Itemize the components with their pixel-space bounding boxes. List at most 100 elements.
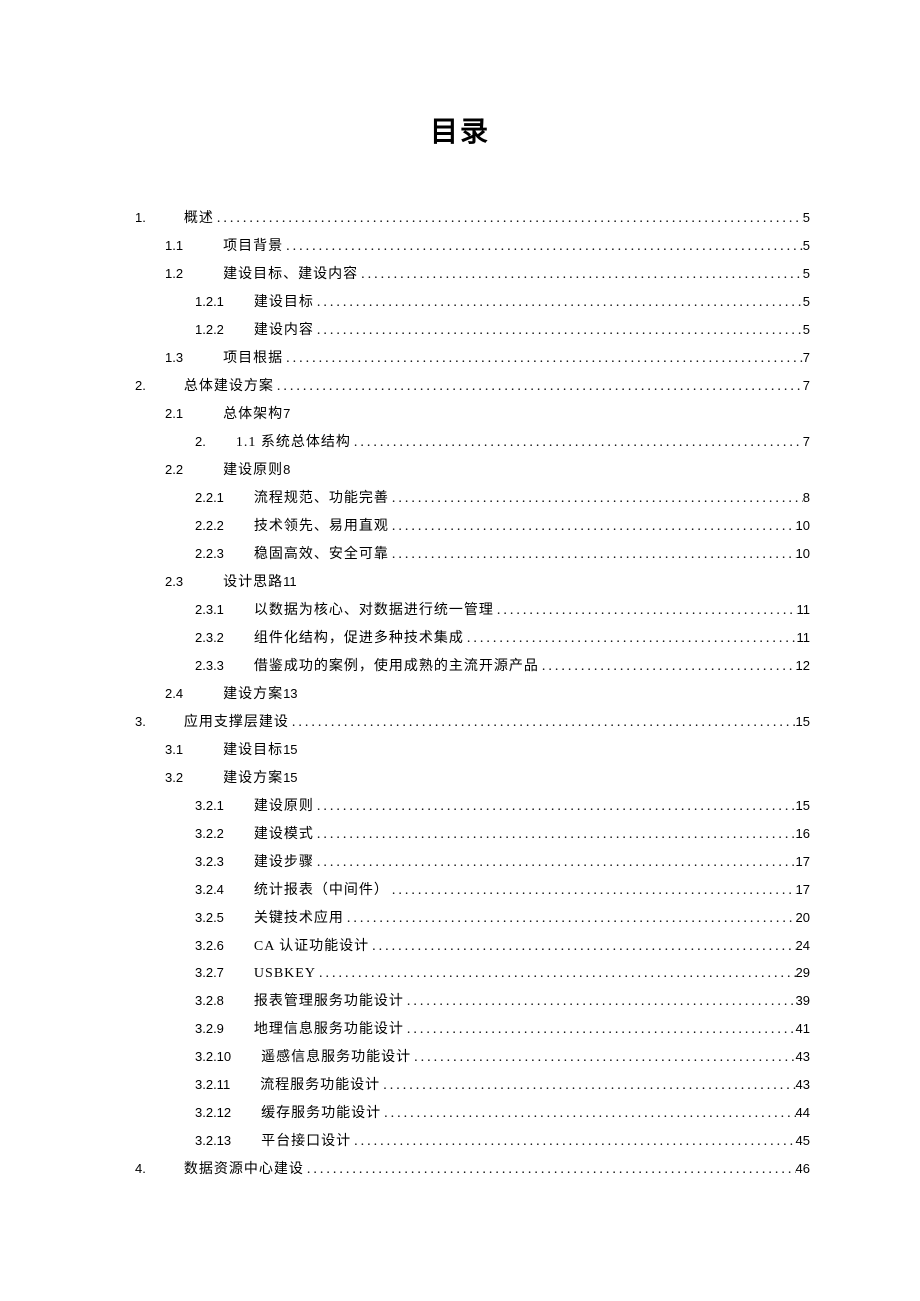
toc-entry: 1.1项目背景5 xyxy=(110,233,810,261)
toc-entry-page: 15 xyxy=(796,709,810,735)
toc-entry: 2.3.1以数据为核心、对数据进行统一管理11 xyxy=(110,597,810,625)
toc-entry-number: 1.3 xyxy=(165,345,183,371)
toc-entry-number: 3.2.13 xyxy=(195,1128,231,1154)
toc-entry-page: 45 xyxy=(796,1128,810,1154)
toc-entry-number: 3.2.11 xyxy=(195,1072,230,1098)
toc-entry-text: 以数据为核心、对数据进行统一管理 xyxy=(254,597,494,625)
toc-entry-text: 建设原则 xyxy=(254,793,314,821)
toc-dots xyxy=(314,317,803,345)
toc-dots xyxy=(369,933,795,961)
toc-entry-number: 3.2.10 xyxy=(195,1044,231,1070)
toc-entry-text: 借鉴成功的案例，使用成熟的主流开源产品 xyxy=(254,653,539,681)
toc-entry: 1.2.2建设内容5 xyxy=(110,317,810,345)
toc-entry: 2.3.3借鉴成功的案例，使用成熟的主流开源产品12 xyxy=(110,653,810,681)
toc-entry-number: 2. xyxy=(195,429,206,455)
toc-entry-number: 3.2 xyxy=(165,765,183,791)
toc-entry-page: 46 xyxy=(796,1156,810,1182)
toc-entry-text: 报表管理服务功能设计 xyxy=(254,988,404,1016)
toc-entry-page: 43 xyxy=(796,1072,810,1098)
table-of-contents: 1.概述51.1项目背景51.2建设目标、建设内容51.2.1建设目标51.2.… xyxy=(110,205,810,1184)
toc-entry-number: 2.3 xyxy=(165,569,183,595)
toc-entry-number: 3.2.12 xyxy=(195,1100,231,1126)
toc-entry-page: 11 xyxy=(797,597,811,623)
toc-entry-page: 29 xyxy=(796,961,810,986)
toc-entry-text: 技术领先、易用直观 xyxy=(254,513,389,541)
toc-dots xyxy=(314,849,796,877)
toc-entry: 3.2.13 平台接口设计 45 xyxy=(110,1128,810,1156)
toc-entry-number: 2.2 xyxy=(165,457,183,483)
toc-entry-text: 概述 xyxy=(184,205,214,233)
toc-entry-number: 1.1 xyxy=(165,233,183,259)
toc-entry-number: 3.2.6 xyxy=(195,933,224,959)
toc-entry-text: 平台接口设计 xyxy=(261,1128,351,1156)
toc-entry-page-inline: 11 xyxy=(283,569,297,595)
toc-entry: 3.2.2建设模式16 xyxy=(110,821,810,849)
toc-entry-page-inline: 13 xyxy=(283,681,297,707)
toc-dots xyxy=(404,988,796,1016)
toc-dots xyxy=(389,485,803,513)
toc-dots xyxy=(389,513,796,541)
toc-entry-number: 2.2.1 xyxy=(195,485,224,511)
toc-entry: 2.总体建设方案7 xyxy=(110,373,810,401)
toc-entry-number: 2.3.3 xyxy=(195,653,224,679)
toc-entry: 1.3 项目根据 7 xyxy=(110,345,810,373)
toc-entry-page-inline: 15 xyxy=(283,765,297,791)
toc-entry-text: 1.1 系统总体结构 xyxy=(236,429,351,457)
toc-entry: 3.1建设目标15 xyxy=(110,737,810,765)
toc-entry: 3.2.7 USBKEY 29 xyxy=(110,961,810,988)
toc-entry: 3.2.11流程服务功能设计43 xyxy=(110,1072,810,1100)
toc-entry-number: 3.2.3 xyxy=(195,849,224,875)
toc-entry-text: 总体架构 xyxy=(223,401,283,429)
toc-dots xyxy=(314,289,803,317)
toc-dots xyxy=(494,597,797,625)
toc-entry-page: 5 xyxy=(803,289,810,315)
toc-entry-number: 3.2.7 xyxy=(195,961,224,986)
toc-dots xyxy=(283,233,803,261)
toc-entry-page: 7 xyxy=(803,429,810,455)
toc-entry-text: 建设方案 xyxy=(223,765,283,793)
toc-entry-number: 1.2.1 xyxy=(195,289,224,315)
toc-entry: 4. 数据资源中心建设 46 xyxy=(110,1156,810,1184)
toc-entry-text: USBKEY xyxy=(254,961,316,988)
toc-entry-text: 统计报表（中间件） xyxy=(254,877,389,905)
toc-entry-page: 39 xyxy=(796,988,810,1014)
toc-dots xyxy=(214,205,803,233)
toc-entry-text: 建设目标、建设内容 xyxy=(223,261,358,289)
toc-entry-text: 建设原则 xyxy=(223,457,283,485)
toc-entry-number: 3.2.9 xyxy=(195,1016,224,1042)
toc-entry: 2.2.3稳固高效、安全可靠10 xyxy=(110,541,810,569)
toc-entry-text: 地理信息服务功能设计 xyxy=(254,1016,404,1044)
toc-dots xyxy=(411,1044,795,1072)
toc-entry-page: 5 xyxy=(803,233,810,259)
toc-entry-page: 20 xyxy=(796,905,810,931)
toc-dots xyxy=(344,905,796,933)
toc-entry-page: 7 xyxy=(803,345,810,371)
toc-entry-text: 建设模式 xyxy=(254,821,314,849)
toc-entry: 2.4建设方案13 xyxy=(110,681,810,709)
toc-entry-text: 组件化结构，促进多种技术集成 xyxy=(254,625,464,653)
toc-entry-text: 数据资源中心建设 xyxy=(184,1156,304,1184)
toc-dots xyxy=(539,653,796,681)
toc-entry-number: 4. xyxy=(135,1156,146,1182)
toc-entry: 2.1总体架构7 xyxy=(110,401,810,429)
toc-title: 目录 xyxy=(110,110,810,150)
toc-entry-text: 建设目标 xyxy=(223,737,283,765)
toc-entry: 3.2.3建设步骤17 xyxy=(110,849,810,877)
toc-entry-text: 项目根据 xyxy=(223,345,283,373)
toc-entry-text: CA 认证功能设计 xyxy=(254,933,369,961)
toc-entry-page: 10 xyxy=(796,541,810,567)
toc-dots xyxy=(358,261,803,289)
toc-entry-text: 总体建设方案 xyxy=(184,373,274,401)
toc-entry-text: 关键技术应用 xyxy=(254,905,344,933)
toc-entry-number: 1.2.2 xyxy=(195,317,224,343)
toc-entry-text: 建设内容 xyxy=(254,317,314,345)
toc-entry-text: 建设步骤 xyxy=(254,849,314,877)
toc-entry: 3.2.12缓存服务功能设计44 xyxy=(110,1100,810,1128)
toc-dots xyxy=(351,1128,795,1156)
toc-entry-number: 3.2.5 xyxy=(195,905,224,931)
toc-dots xyxy=(381,1100,795,1128)
toc-entry: 3.2.6CA 认证功能设计24 xyxy=(110,933,810,961)
toc-entry-number: 1.2 xyxy=(165,261,183,287)
toc-entry: 3.2.10遥感信息服务功能设计43 xyxy=(110,1044,810,1072)
toc-entry-page: 10 xyxy=(796,513,810,539)
